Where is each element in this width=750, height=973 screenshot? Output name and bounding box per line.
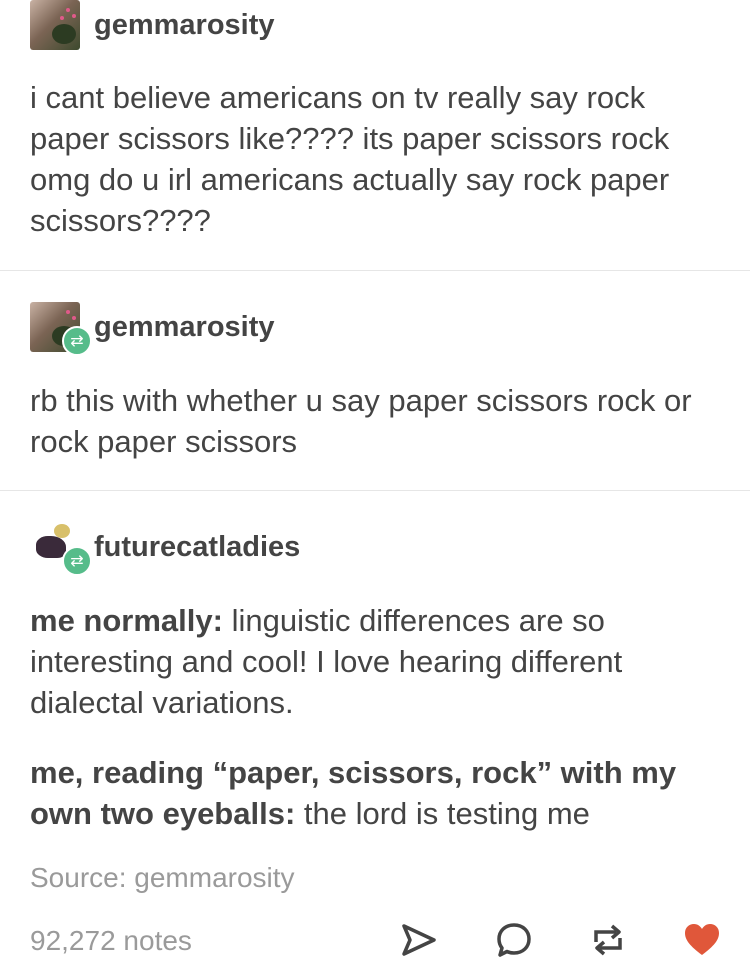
reblog-badge-icon: ⇄ bbox=[62, 326, 92, 356]
source-link[interactable]: Source: gemmarosity bbox=[30, 862, 295, 894]
avatar[interactable]: ⇄ bbox=[30, 522, 92, 576]
post-body: rb this with whether u say paper scissor… bbox=[30, 383, 692, 459]
paragraph-text: the lord is testing me bbox=[295, 796, 590, 831]
avatar[interactable] bbox=[30, 0, 80, 50]
post-paragraph-2: me, reading “paper, scissors, rock” with… bbox=[30, 752, 720, 834]
username[interactable]: gemmarosity bbox=[94, 9, 275, 42]
divider bbox=[0, 270, 750, 271]
post-header: ⇄ futurecatladies bbox=[30, 522, 300, 576]
post-body: i cant believe americans on tv really sa… bbox=[30, 80, 670, 238]
notes-count[interactable]: 92,272 notes bbox=[30, 925, 192, 957]
reblog-icon[interactable] bbox=[588, 920, 628, 960]
bold-lead: me normally: bbox=[30, 603, 223, 638]
reblog-badge-icon: ⇄ bbox=[62, 546, 92, 576]
heart-icon[interactable] bbox=[682, 920, 722, 960]
post-header: gemmarosity bbox=[30, 0, 275, 50]
divider bbox=[0, 490, 750, 491]
username[interactable]: futurecatladies bbox=[94, 531, 300, 564]
share-arrow-icon[interactable] bbox=[398, 920, 438, 960]
username[interactable]: gemmarosity bbox=[94, 311, 275, 344]
post-header: ⇄ gemmarosity bbox=[30, 302, 275, 356]
post-paragraph-1: me normally: linguistic differences are … bbox=[30, 600, 720, 723]
reply-bubble-icon[interactable] bbox=[494, 920, 534, 960]
avatar[interactable]: ⇄ bbox=[30, 302, 92, 356]
